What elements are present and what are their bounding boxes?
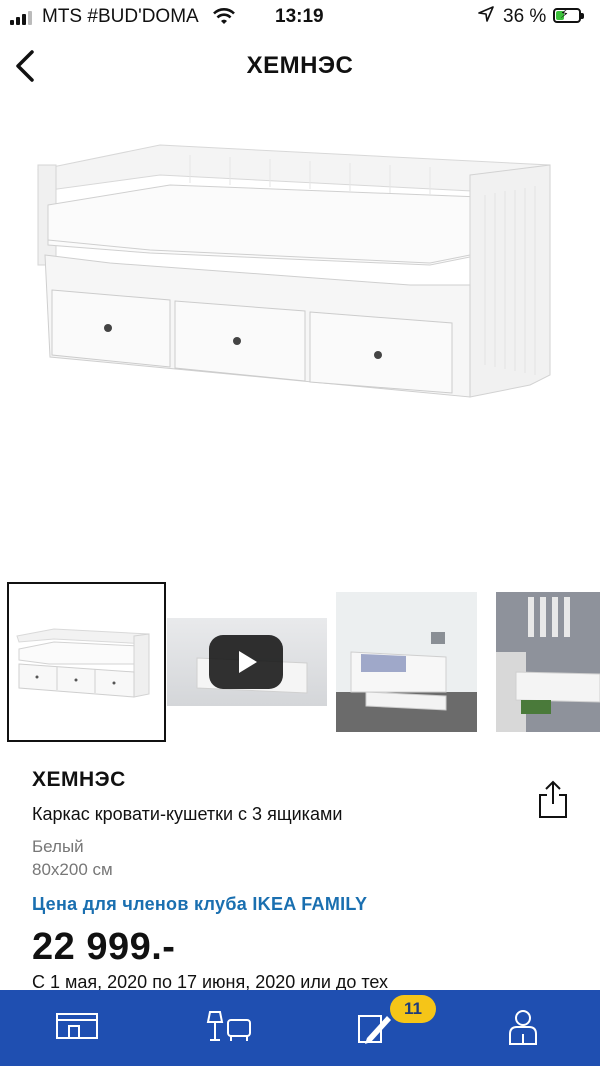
carrier-name: MTS #BUD'DOMA xyxy=(42,6,199,27)
image-gallery xyxy=(0,582,600,742)
profile-icon xyxy=(509,1010,537,1045)
page-title: ХЕМНЭС xyxy=(246,52,354,79)
product-description: Каркас кровати-кушетки с 3 ящиками xyxy=(32,804,343,824)
tab-profile[interactable] xyxy=(495,1000,555,1056)
thumbnail-video[interactable] xyxy=(167,618,327,706)
tab-furniture[interactable] xyxy=(192,1000,252,1056)
product-name: ХЕМНЭС xyxy=(32,768,126,791)
location-arrow-icon xyxy=(478,6,494,28)
status-time: 13:19 xyxy=(275,6,324,27)
play-icon[interactable] xyxy=(209,635,283,689)
signal-icon xyxy=(10,9,32,25)
product-price: 22 999.- xyxy=(32,926,176,968)
wifi-icon xyxy=(212,6,236,32)
furniture-icon xyxy=(206,1011,251,1041)
battery-charging-icon: ⚡ xyxy=(553,6,584,23)
product-size: 80x200 см xyxy=(32,860,113,879)
product-image[interactable] xyxy=(30,135,570,435)
product-color: Белый xyxy=(32,837,84,856)
shopping-list-icon xyxy=(358,1015,391,1044)
thumbnail-room-photo[interactable] xyxy=(336,592,477,732)
home-icon xyxy=(56,1013,98,1039)
thumbnail-room-photo-2[interactable] xyxy=(496,592,600,732)
share-button[interactable] xyxy=(533,778,573,822)
status-bar: MTS #BUD'DOMA 13:19 36 % ⚡ xyxy=(0,0,600,34)
thumbnail-selected[interactable] xyxy=(7,582,166,742)
battery-percent: 36 % xyxy=(503,6,547,27)
ikea-family-price-label: Цена для членов клуба IKEA FAMILY xyxy=(32,894,368,914)
tab-bar xyxy=(0,990,600,1066)
tab-home[interactable] xyxy=(45,1000,105,1056)
share-icon xyxy=(539,780,567,818)
shopping-list-badge: 11 xyxy=(390,995,436,1023)
